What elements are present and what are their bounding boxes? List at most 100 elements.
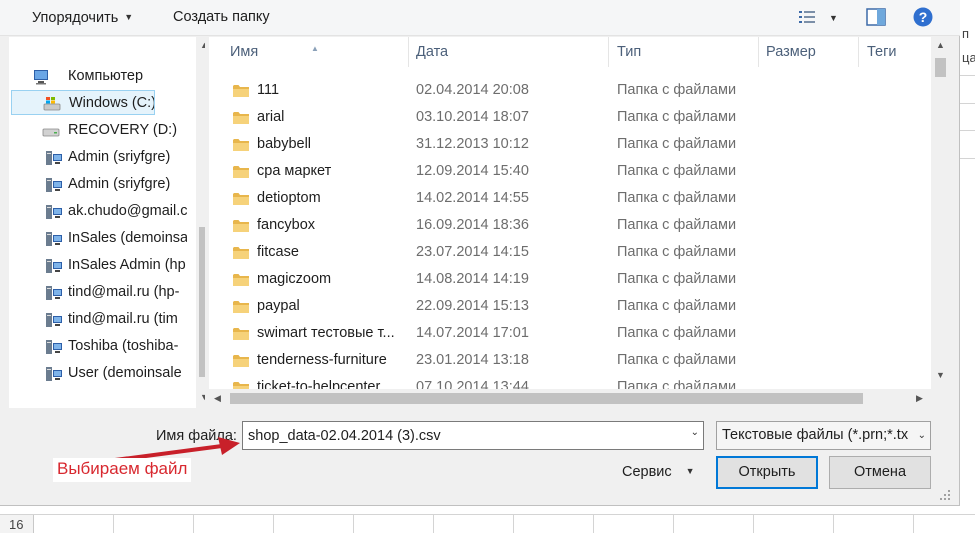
scroll-down-icon[interactable]: ▼ <box>931 367 950 384</box>
column-name[interactable]: Имя ▲ <box>209 37 409 67</box>
service-menu-button[interactable]: Сервис ▼ <box>622 464 695 480</box>
file-name: fancybox <box>257 217 316 233</box>
nav-item-label: ak.chudo@gmail.c <box>68 203 187 219</box>
nav-scrollbar[interactable]: ▲ ▼ <box>196 37 205 408</box>
nav-item-label: Toshiba (toshiba- <box>68 338 179 354</box>
column-name-label: Имя <box>230 44 259 60</box>
file-row[interactable]: detioptom 14.02.2014 14:55 Папка с файлами <box>209 185 933 212</box>
nav-item[interactable]: User (demoinsale <box>9 361 187 386</box>
scroll-up-icon[interactable]: ▲ <box>931 37 950 54</box>
sheet-gridline <box>193 515 194 533</box>
open-file-dialog: Упорядочить ▼ Создать папку ▼ ? Компьютер… <box>0 0 960 506</box>
file-name: swimart тестовые т... <box>257 325 395 341</box>
folder-icon <box>233 220 249 232</box>
column-date[interactable]: Дата <box>409 37 609 67</box>
column-type[interactable]: Тип <box>609 37 759 67</box>
chevron-down-icon[interactable]: ⌄ <box>691 427 699 438</box>
filename-combobox[interactable]: ⌄ <box>242 421 704 450</box>
resize-grip-icon[interactable] <box>936 488 952 502</box>
nav-item[interactable]: RECOVERY (D:) <box>9 118 187 143</box>
system-drive-icon <box>43 97 61 111</box>
nav-item[interactable]: tind@mail.ru (hp- <box>9 280 187 305</box>
scroll-thumb[interactable] <box>935 58 946 77</box>
nav-item[interactable]: Компьютер <box>9 64 187 89</box>
filetype-select[interactable]: Текстовые файлы (*.prn;*.tx ⌄ <box>716 421 931 450</box>
sheet-peek-text: п <box>962 26 970 41</box>
file-row[interactable]: fitcase 23.07.2014 14:15 Папка с файлами <box>209 239 933 266</box>
sheet-gridline <box>960 158 975 159</box>
network-computer-icon <box>46 367 62 381</box>
nav-item[interactable]: Windows (C:) <box>11 90 155 115</box>
file-date: 12.09.2014 15:40 <box>416 163 529 179</box>
nav-item[interactable]: Admin (sriyfgre) <box>9 145 187 170</box>
scroll-left-icon[interactable]: ◀ <box>209 389 226 408</box>
sheet-gridline <box>513 515 514 533</box>
nav-item-label: InSales (demoinsa <box>68 230 187 246</box>
filetype-value: Текстовые файлы (*.prn;*.tx <box>722 427 909 443</box>
toolbar: Упорядочить ▼ Создать папку ▼ ? <box>0 0 960 36</box>
file-row[interactable]: cpa маркет 12.09.2014 15:40 Папка с файлам… <box>209 158 933 185</box>
file-row[interactable]: fancybox 16.09.2014 18:36 Папка с файлами <box>209 212 933 239</box>
nav-item-label: Admin (sriyfgre) <box>68 176 171 192</box>
nav-item[interactable]: Toshiba (toshiba- <box>9 334 187 359</box>
file-row[interactable]: arial 03.10.2014 18:07 Папка с файлами <box>209 104 933 131</box>
column-size[interactable]: Размер <box>759 37 859 67</box>
view-options-dropdown[interactable]: ▼ <box>829 9 838 29</box>
view-details-icon[interactable] <box>797 6 819 28</box>
file-date: 02.04.2014 20:08 <box>416 82 529 98</box>
file-name: paypal <box>257 298 300 314</box>
nav-item[interactable]: ak.chudo@gmail.c <box>9 199 187 224</box>
scroll-right-icon[interactable]: ▶ <box>911 389 928 408</box>
folder-icon <box>233 355 249 367</box>
scroll-down-icon[interactable]: ▼ <box>196 389 205 406</box>
sheet-gridline <box>113 515 114 533</box>
file-row[interactable]: tenderness-furniture 23.01.2014 13:18 Папк… <box>209 347 933 374</box>
sheet-gridline <box>593 515 594 533</box>
file-row[interactable]: magiczoom 14.08.2014 14:19 Папка с файлами <box>209 266 933 293</box>
file-date: 14.02.2014 14:55 <box>416 190 529 206</box>
organize-label: Упорядочить <box>32 10 119 26</box>
nav-item[interactable]: Admin (sriyfgre) <box>9 172 187 197</box>
nav-item-label: Windows (C:) <box>69 95 155 111</box>
cancel-button[interactable]: Отмена <box>829 456 931 489</box>
network-computer-icon <box>46 286 62 300</box>
sheet-gridline <box>960 103 975 104</box>
filename-input[interactable] <box>243 422 683 449</box>
file-name: 111 <box>257 82 280 98</box>
folder-icon <box>233 301 249 313</box>
drive-icon <box>42 128 60 137</box>
sheet-gridline <box>273 515 274 533</box>
nav-item[interactable]: InSales (demoinsa <box>9 226 187 251</box>
file-row[interactable]: paypal 22.09.2014 15:13 Папка с файлами <box>209 293 933 320</box>
file-type: Папка с файлами <box>617 244 737 260</box>
file-type: Папка с файлами <box>617 352 737 368</box>
column-tags[interactable]: Теги <box>859 37 939 67</box>
sheet-gridline <box>673 515 674 533</box>
file-list: Имя ▲ Дата Тип Размер Теги 111 02.04.2014… <box>209 37 950 408</box>
sheet-gridline <box>353 515 354 533</box>
scroll-up-icon[interactable]: ▲ <box>196 37 205 54</box>
new-folder-button[interactable]: Создать папку <box>173 8 270 28</box>
open-button[interactable]: Открыть <box>716 456 818 489</box>
preview-pane-icon[interactable] <box>865 6 887 28</box>
sheet-row-number[interactable]: 16 <box>0 515 34 533</box>
file-row[interactable]: 111 02.04.2014 20:08 Папка с файлами <box>209 77 933 104</box>
file-date: 03.10.2014 18:07 <box>416 109 529 125</box>
file-type: Папка с файлами <box>617 190 737 206</box>
folder-icon <box>233 85 249 97</box>
file-row[interactable]: swimart тестовые т... 14.07.2014 17:01 Пап… <box>209 320 933 347</box>
scroll-thumb[interactable] <box>199 227 205 377</box>
network-computer-icon <box>46 340 62 354</box>
nav-item[interactable]: tind@mail.ru (tim <box>9 307 187 332</box>
nav-item-label: Компьютер <box>68 68 144 84</box>
file-row[interactable]: babybell 31.12.2013 10:12 Папка с файлами <box>209 131 933 158</box>
nav-item-label: RECOVERY (D:) <box>68 122 178 138</box>
horizontal-scrollbar[interactable]: ◀ ▶ <box>209 389 931 408</box>
file-name: tenderness-furniture <box>257 352 387 368</box>
scroll-thumb[interactable] <box>230 393 863 404</box>
network-computer-icon <box>46 259 62 273</box>
organize-button[interactable]: Упорядочить ▼ <box>32 8 133 28</box>
vertical-scrollbar[interactable]: ▲ ▼ <box>931 37 950 408</box>
help-icon[interactable]: ? <box>912 6 934 28</box>
nav-item[interactable]: InSales Admin (hp <box>9 253 187 278</box>
